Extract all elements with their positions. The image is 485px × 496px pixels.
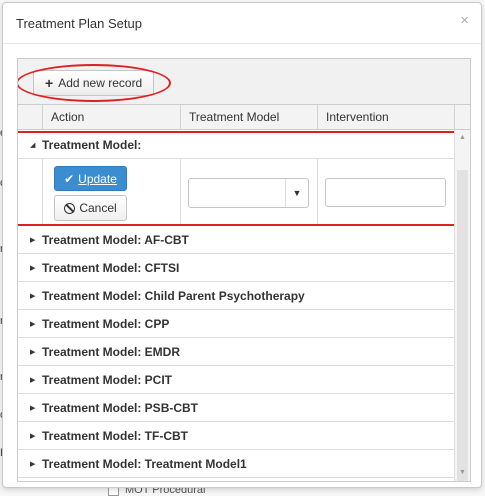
scroll-thumb[interactable] <box>457 170 468 481</box>
cancel-icon <box>64 202 76 214</box>
collapsed-arrow-icon[interactable]: ▶ <box>30 320 40 328</box>
modal-header: Treatment Plan Setup × <box>3 3 481 44</box>
cancel-button[interactable]: Cancel <box>54 195 127 221</box>
group-row-pcit[interactable]: ▶ Treatment Model: PCIT <box>18 366 455 394</box>
header-scroll-spacer <box>454 105 470 130</box>
group-label: Treatment Model: PCIT <box>42 372 173 387</box>
group-row-cftsi[interactable]: ▶ Treatment Model: CFTSI <box>18 254 455 282</box>
treatment-model-dropdown[interactable]: ▼ <box>188 178 309 208</box>
collapsed-arrow-icon[interactable]: ▶ <box>30 264 40 272</box>
group-label: Treatment Model: CPP <box>42 316 170 331</box>
intervention-input[interactable] <box>325 178 446 207</box>
collapsed-arrow-icon[interactable]: ▶ <box>30 292 40 300</box>
scroll-up-icon[interactable]: ▲ <box>455 130 470 144</box>
group-row-treatment-model1[interactable]: ▶ Treatment Model: Treatment Model1 <box>18 450 455 478</box>
add-new-record-button[interactable]: + Add new record <box>33 70 155 96</box>
collapsed-arrow-icon[interactable]: ▶ <box>30 460 40 468</box>
collapsed-arrow-icon[interactable]: ▶ <box>30 432 40 440</box>
grid-header: Action Treatment Model Intervention <box>18 105 470 130</box>
plus-icon: + <box>45 75 54 91</box>
chevron-down-icon[interactable]: ▼ <box>285 179 308 207</box>
group-label: Treatment Model: EMDR <box>42 344 181 359</box>
treatment-plan-setup-dialog: Treatment Plan Setup × + Add new record … <box>2 2 482 488</box>
group-row-af-cbt[interactable]: ▶ Treatment Model: AF-CBT <box>18 226 455 254</box>
column-header-treatment-model[interactable]: Treatment Model <box>180 105 317 129</box>
group-row-child-parent-psychotherapy[interactable]: ▶ Treatment Model: Child Parent Psychoth… <box>18 282 455 310</box>
vertical-scrollbar[interactable]: ▲ ▼ <box>454 130 470 481</box>
group-label: Treatment Model: AF-CBT <box>42 232 189 247</box>
group-label: Treatment Model: CFTSI <box>42 260 180 275</box>
grid-toolbar: + Add new record <box>18 59 470 105</box>
cancel-label: Cancel <box>79 201 117 215</box>
check-icon: ✔ <box>64 171 75 186</box>
update-button[interactable]: ✔ Update <box>54 166 127 191</box>
group-row-cpp[interactable]: ▶ Treatment Model: CPP <box>18 310 455 338</box>
group-label: Treatment Model: Child Parent Psychother… <box>42 288 305 303</box>
collapsed-arrow-icon[interactable]: ▶ <box>30 236 40 244</box>
group-label: Treatment Model: PSB-CBT <box>42 400 199 415</box>
group-label: Treatment Model: <box>42 137 142 152</box>
add-new-record-label: Add new record <box>58 76 143 90</box>
scroll-down-icon[interactable]: ▼ <box>455 465 470 479</box>
column-header-intervention[interactable]: Intervention <box>317 105 454 129</box>
group-row-psb-cbt[interactable]: ▶ Treatment Model: PSB-CBT <box>18 394 455 422</box>
update-label: Update <box>78 171 117 186</box>
group-row-tf-cbt[interactable]: ▶ Treatment Model: TF-CBT <box>18 422 455 450</box>
group-row-treatment-model-empty[interactable]: ◢ Treatment Model: <box>18 131 455 159</box>
group-label: Treatment Model: Treatment Model1 <box>42 456 247 471</box>
expanded-arrow-icon[interactable]: ◢ <box>30 141 40 149</box>
collapsed-arrow-icon[interactable]: ▶ <box>30 348 40 356</box>
collapsed-arrow-icon[interactable]: ▶ <box>30 404 40 412</box>
collapsed-arrow-icon[interactable]: ▶ <box>30 376 40 384</box>
column-header-action[interactable]: Action <box>42 105 180 129</box>
close-icon[interactable]: × <box>460 13 469 28</box>
treatment-grid: + Add new record Action Treatment Model … <box>17 58 471 482</box>
group-row-emdr[interactable]: ▶ Treatment Model: EMDR <box>18 338 455 366</box>
modal-title: Treatment Plan Setup <box>16 16 142 31</box>
group-label: Treatment Model: TF-CBT <box>42 428 188 443</box>
